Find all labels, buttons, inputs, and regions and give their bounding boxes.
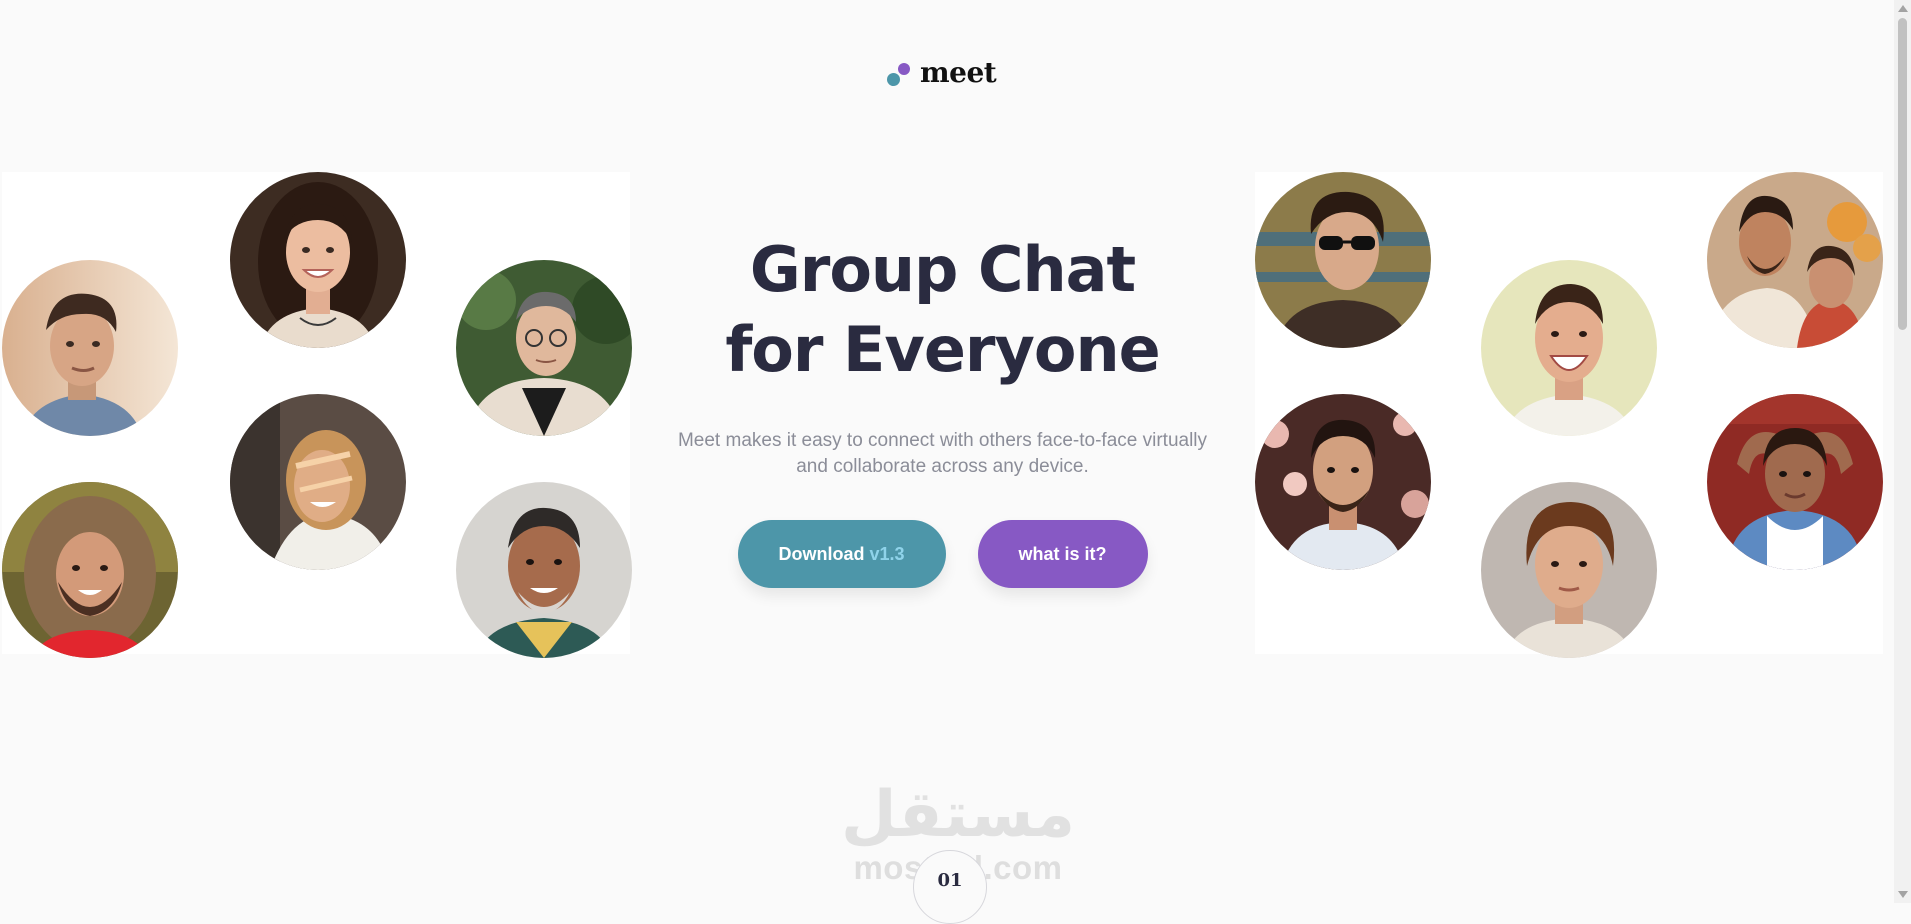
scrollbar-thumb[interactable] (1898, 18, 1907, 330)
hero-buttons: Download v1.3 what is it? (640, 520, 1245, 588)
hero-title-line2: for Everyone (725, 313, 1160, 386)
logo-text: meet (920, 56, 997, 89)
avatar-photo (2, 482, 178, 658)
scroll-down-arrow-icon[interactable] (1898, 891, 1908, 898)
landing-page: meet Group Chat for Everyone Meet makes … (0, 0, 1894, 924)
hero-subtitle-line2: and collaborate across any device. (796, 456, 1089, 477)
download-label: Download (778, 543, 865, 564)
hero-title-line1: Group Chat (749, 233, 1136, 306)
logo-dots-icon (886, 60, 912, 86)
step-number: 01 (937, 870, 963, 891)
brand-logo[interactable]: meet (886, 56, 997, 89)
avatar-photo (1707, 394, 1883, 570)
avatar-photo (1707, 172, 1883, 348)
photo-gallery-right (1255, 172, 1883, 658)
avatar-photo (1255, 394, 1431, 570)
avatar-photo (456, 260, 632, 436)
step-indicator: 01 (913, 850, 987, 924)
avatar-photo (2, 260, 178, 436)
hero-title: Group Chat for Everyone (640, 230, 1245, 390)
photo-gallery-left (2, 172, 632, 658)
avatar-photo (230, 172, 406, 348)
hero-subtitle-line1: Meet makes it easy to connect with other… (677, 430, 1208, 451)
download-button[interactable]: Download v1.3 (737, 520, 946, 588)
scroll-up-arrow-icon[interactable] (1898, 5, 1908, 12)
download-version: v1.3 (869, 543, 905, 564)
hero-section: Group Chat for Everyone Meet makes it ea… (640, 230, 1245, 588)
avatar-photo (1481, 260, 1657, 436)
logo-dot-purple (898, 62, 910, 75)
avatar-photo (1481, 482, 1657, 658)
logo-dot-teal (887, 72, 900, 86)
vertical-scrollbar[interactable] (1894, 0, 1911, 903)
avatar-photo (456, 482, 632, 658)
avatar-photo (1255, 172, 1431, 348)
hero-subtitle: Meet makes it easy to connect with other… (653, 428, 1233, 480)
watermark-arabic: مستقل (840, 778, 1076, 852)
what-is-it-button[interactable]: what is it? (977, 520, 1148, 588)
avatar-photo (230, 394, 406, 570)
